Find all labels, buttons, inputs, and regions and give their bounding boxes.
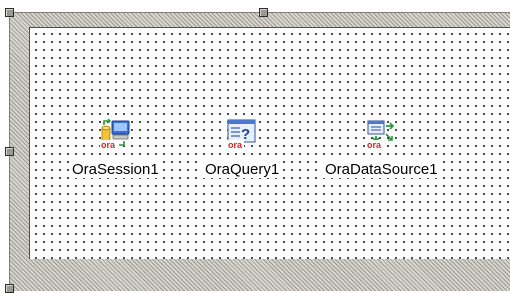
resize-handle-bottom-left[interactable] [5,284,14,293]
component-label: OraDataSource1 [323,161,440,178]
resize-handle-top-center[interactable] [259,8,268,17]
component-ora-datasource[interactable]: ora OraDataSource1 [323,118,440,178]
ora-session-icon: ora [100,118,130,150]
component-label: OraSession1 [70,161,161,178]
ora-datasource-icon: ora [366,120,395,150]
component-ora-session[interactable]: ora OraSession1 [70,118,161,178]
resize-handle-top-left[interactable] [5,8,14,17]
ora-query-icon: ? ora [227,119,256,150]
component-label: OraQuery1 [203,161,282,178]
ora-badge: ora [228,140,243,150]
component-ora-query[interactable]: ? ora OraQuery1 [203,118,282,178]
ora-badge: ora [367,140,382,150]
resize-handle-middle-left[interactable] [5,147,14,156]
ora-badge: ora [101,140,116,150]
